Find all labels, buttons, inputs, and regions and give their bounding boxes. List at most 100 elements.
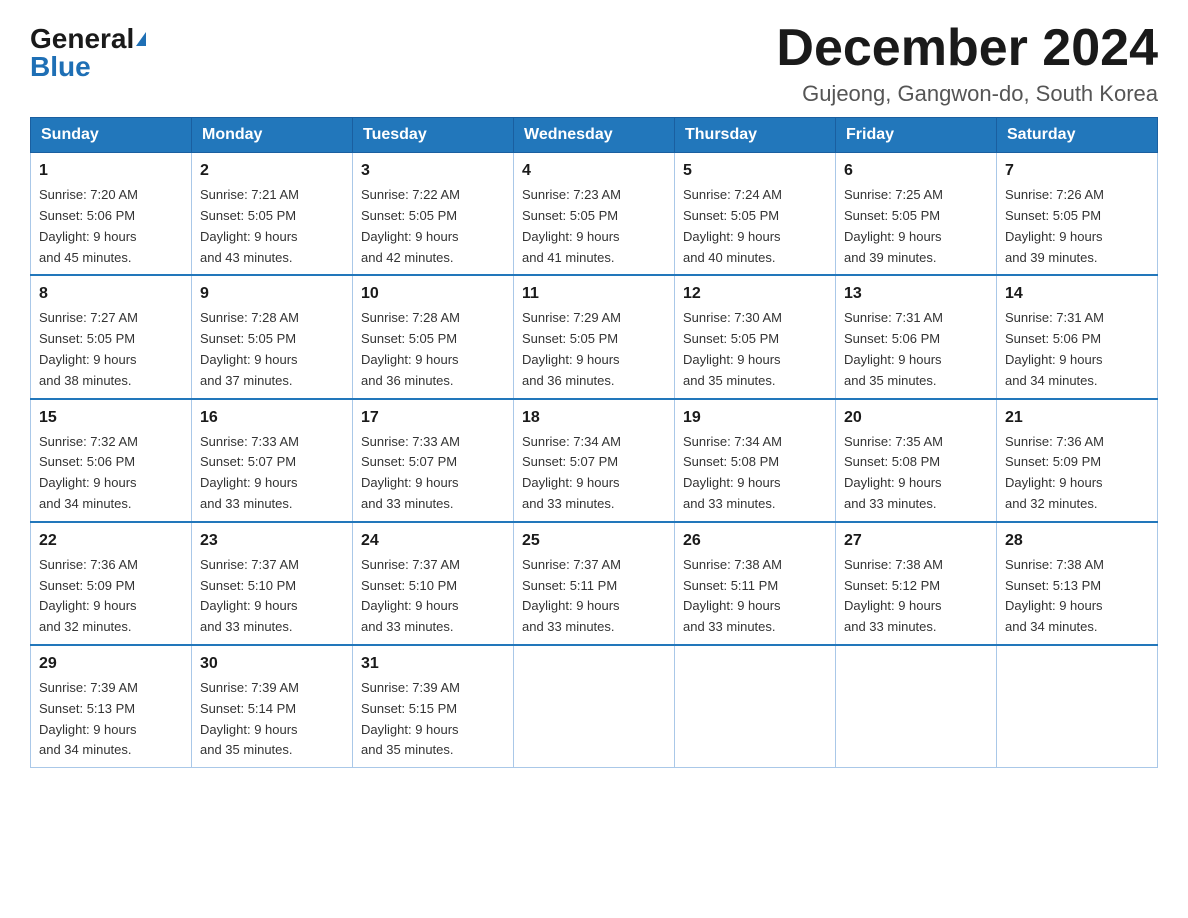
day-number: 19 (683, 406, 827, 430)
header-monday: Monday (192, 118, 353, 153)
day-info: Sunrise: 7:31 AMSunset: 5:06 PMDaylight:… (844, 308, 988, 391)
day-info: Sunrise: 7:22 AMSunset: 5:05 PMDaylight:… (361, 185, 505, 268)
day-info: Sunrise: 7:38 AMSunset: 5:12 PMDaylight:… (844, 555, 988, 638)
day-info: Sunrise: 7:30 AMSunset: 5:05 PMDaylight:… (683, 308, 827, 391)
day-info: Sunrise: 7:31 AMSunset: 5:06 PMDaylight:… (1005, 308, 1149, 391)
calendar-cell: 27Sunrise: 7:38 AMSunset: 5:12 PMDayligh… (836, 522, 997, 645)
calendar-cell: 30Sunrise: 7:39 AMSunset: 5:14 PMDayligh… (192, 645, 353, 768)
calendar-cell: 29Sunrise: 7:39 AMSunset: 5:13 PMDayligh… (31, 645, 192, 768)
calendar-cell: 20Sunrise: 7:35 AMSunset: 5:08 PMDayligh… (836, 399, 997, 522)
day-number: 9 (200, 282, 344, 306)
day-info: Sunrise: 7:28 AMSunset: 5:05 PMDaylight:… (200, 308, 344, 391)
calendar-cell (675, 645, 836, 768)
day-info: Sunrise: 7:32 AMSunset: 5:06 PMDaylight:… (39, 432, 183, 515)
calendar-week-row: 22Sunrise: 7:36 AMSunset: 5:09 PMDayligh… (31, 522, 1158, 645)
logo: General Blue (30, 25, 146, 81)
calendar-cell: 4Sunrise: 7:23 AMSunset: 5:05 PMDaylight… (514, 153, 675, 276)
title-area: December 2024 Gujeong, Gangwon-do, South… (776, 20, 1158, 107)
header-wednesday: Wednesday (514, 118, 675, 153)
day-number: 10 (361, 282, 505, 306)
day-number: 11 (522, 282, 666, 306)
header-thursday: Thursday (675, 118, 836, 153)
day-info: Sunrise: 7:35 AMSunset: 5:08 PMDaylight:… (844, 432, 988, 515)
calendar-cell: 28Sunrise: 7:38 AMSunset: 5:13 PMDayligh… (997, 522, 1158, 645)
day-info: Sunrise: 7:39 AMSunset: 5:14 PMDaylight:… (200, 678, 344, 761)
calendar-week-row: 29Sunrise: 7:39 AMSunset: 5:13 PMDayligh… (31, 645, 1158, 768)
day-number: 30 (200, 652, 344, 676)
day-number: 24 (361, 529, 505, 553)
day-number: 31 (361, 652, 505, 676)
month-title: December 2024 (776, 20, 1158, 77)
day-info: Sunrise: 7:34 AMSunset: 5:08 PMDaylight:… (683, 432, 827, 515)
day-number: 27 (844, 529, 988, 553)
day-number: 17 (361, 406, 505, 430)
calendar-week-row: 8Sunrise: 7:27 AMSunset: 5:05 PMDaylight… (31, 275, 1158, 398)
day-info: Sunrise: 7:37 AMSunset: 5:11 PMDaylight:… (522, 555, 666, 638)
header-tuesday: Tuesday (353, 118, 514, 153)
calendar-cell: 7Sunrise: 7:26 AMSunset: 5:05 PMDaylight… (997, 153, 1158, 276)
day-info: Sunrise: 7:25 AMSunset: 5:05 PMDaylight:… (844, 185, 988, 268)
calendar-cell: 10Sunrise: 7:28 AMSunset: 5:05 PMDayligh… (353, 275, 514, 398)
calendar-cell: 15Sunrise: 7:32 AMSunset: 5:06 PMDayligh… (31, 399, 192, 522)
day-number: 25 (522, 529, 666, 553)
day-number: 7 (1005, 159, 1149, 183)
day-info: Sunrise: 7:27 AMSunset: 5:05 PMDaylight:… (39, 308, 183, 391)
day-number: 15 (39, 406, 183, 430)
calendar-cell: 11Sunrise: 7:29 AMSunset: 5:05 PMDayligh… (514, 275, 675, 398)
calendar-cell: 9Sunrise: 7:28 AMSunset: 5:05 PMDaylight… (192, 275, 353, 398)
day-number: 20 (844, 406, 988, 430)
calendar-cell: 22Sunrise: 7:36 AMSunset: 5:09 PMDayligh… (31, 522, 192, 645)
header-sunday: Sunday (31, 118, 192, 153)
calendar-week-row: 1Sunrise: 7:20 AMSunset: 5:06 PMDaylight… (31, 153, 1158, 276)
logo-blue: Blue (30, 53, 91, 81)
calendar-cell: 19Sunrise: 7:34 AMSunset: 5:08 PMDayligh… (675, 399, 836, 522)
day-info: Sunrise: 7:28 AMSunset: 5:05 PMDaylight:… (361, 308, 505, 391)
day-number: 21 (1005, 406, 1149, 430)
day-number: 28 (1005, 529, 1149, 553)
day-number: 13 (844, 282, 988, 306)
calendar-cell: 1Sunrise: 7:20 AMSunset: 5:06 PMDaylight… (31, 153, 192, 276)
day-info: Sunrise: 7:37 AMSunset: 5:10 PMDaylight:… (200, 555, 344, 638)
day-number: 4 (522, 159, 666, 183)
day-info: Sunrise: 7:26 AMSunset: 5:05 PMDaylight:… (1005, 185, 1149, 268)
day-number: 12 (683, 282, 827, 306)
calendar-cell (836, 645, 997, 768)
day-info: Sunrise: 7:23 AMSunset: 5:05 PMDaylight:… (522, 185, 666, 268)
day-number: 29 (39, 652, 183, 676)
header-friday: Friday (836, 118, 997, 153)
calendar-cell: 23Sunrise: 7:37 AMSunset: 5:10 PMDayligh… (192, 522, 353, 645)
day-number: 5 (683, 159, 827, 183)
day-number: 22 (39, 529, 183, 553)
calendar-cell: 26Sunrise: 7:38 AMSunset: 5:11 PMDayligh… (675, 522, 836, 645)
calendar-cell: 16Sunrise: 7:33 AMSunset: 5:07 PMDayligh… (192, 399, 353, 522)
day-info: Sunrise: 7:38 AMSunset: 5:13 PMDaylight:… (1005, 555, 1149, 638)
logo-general: General (30, 25, 134, 53)
day-number: 6 (844, 159, 988, 183)
day-number: 26 (683, 529, 827, 553)
calendar-cell: 6Sunrise: 7:25 AMSunset: 5:05 PMDaylight… (836, 153, 997, 276)
calendar-cell: 25Sunrise: 7:37 AMSunset: 5:11 PMDayligh… (514, 522, 675, 645)
day-info: Sunrise: 7:24 AMSunset: 5:05 PMDaylight:… (683, 185, 827, 268)
calendar-cell: 24Sunrise: 7:37 AMSunset: 5:10 PMDayligh… (353, 522, 514, 645)
day-info: Sunrise: 7:39 AMSunset: 5:15 PMDaylight:… (361, 678, 505, 761)
day-info: Sunrise: 7:36 AMSunset: 5:09 PMDaylight:… (1005, 432, 1149, 515)
day-number: 1 (39, 159, 183, 183)
calendar-table: Sunday Monday Tuesday Wednesday Thursday… (30, 117, 1158, 768)
day-info: Sunrise: 7:21 AMSunset: 5:05 PMDaylight:… (200, 185, 344, 268)
calendar-cell: 5Sunrise: 7:24 AMSunset: 5:05 PMDaylight… (675, 153, 836, 276)
calendar-header-row: Sunday Monday Tuesday Wednesday Thursday… (31, 118, 1158, 153)
day-number: 23 (200, 529, 344, 553)
calendar-cell: 8Sunrise: 7:27 AMSunset: 5:05 PMDaylight… (31, 275, 192, 398)
calendar-cell: 13Sunrise: 7:31 AMSunset: 5:06 PMDayligh… (836, 275, 997, 398)
day-info: Sunrise: 7:33 AMSunset: 5:07 PMDaylight:… (361, 432, 505, 515)
calendar-cell: 3Sunrise: 7:22 AMSunset: 5:05 PMDaylight… (353, 153, 514, 276)
calendar-cell: 21Sunrise: 7:36 AMSunset: 5:09 PMDayligh… (997, 399, 1158, 522)
page-header: General Blue December 2024 Gujeong, Gang… (30, 20, 1158, 107)
day-info: Sunrise: 7:33 AMSunset: 5:07 PMDaylight:… (200, 432, 344, 515)
day-info: Sunrise: 7:37 AMSunset: 5:10 PMDaylight:… (361, 555, 505, 638)
day-info: Sunrise: 7:39 AMSunset: 5:13 PMDaylight:… (39, 678, 183, 761)
calendar-cell (514, 645, 675, 768)
day-info: Sunrise: 7:34 AMSunset: 5:07 PMDaylight:… (522, 432, 666, 515)
calendar-cell: 31Sunrise: 7:39 AMSunset: 5:15 PMDayligh… (353, 645, 514, 768)
calendar-cell (997, 645, 1158, 768)
